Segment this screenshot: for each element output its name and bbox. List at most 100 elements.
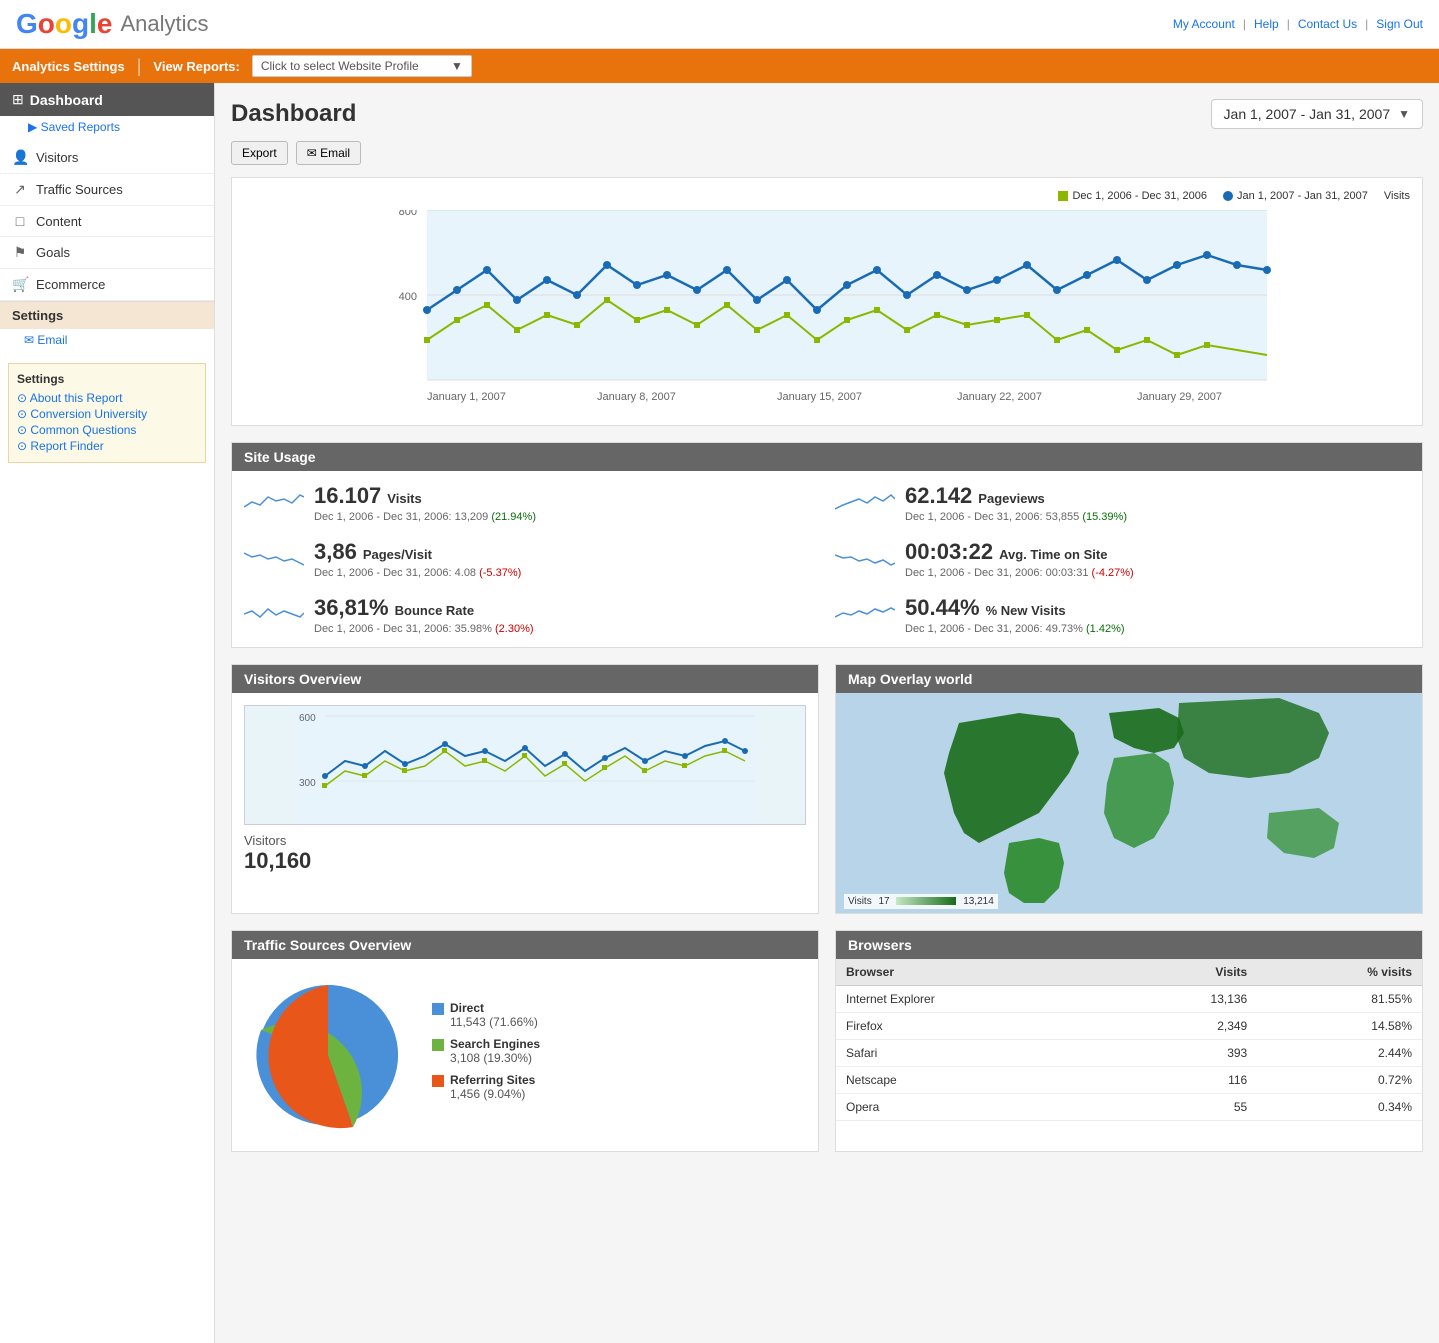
chart-svg: 800 400 January 1, 2007 January 8, 2007 … bbox=[244, 210, 1410, 413]
site-usage-header: Site Usage bbox=[232, 443, 1422, 471]
new-visits-sparkline bbox=[835, 599, 895, 632]
profile-placeholder: Click to select Website Profile bbox=[261, 59, 419, 73]
site-usage-section: Site Usage 16.107Visits Dec 1, 2006 - De… bbox=[231, 442, 1423, 648]
pv-label: Pages/Visit bbox=[363, 547, 432, 562]
browser-name: Opera bbox=[836, 1094, 1113, 1121]
browsers-header-row: Browser Visits % visits bbox=[836, 959, 1422, 986]
browsers-table: Browser Visits % visits Internet Explore… bbox=[836, 959, 1422, 1121]
sidebar-item-ecommerce[interactable]: 🛒 Ecommerce bbox=[0, 269, 214, 301]
toolbar: Export ✉ Email bbox=[231, 141, 1423, 165]
svg-text:800: 800 bbox=[399, 210, 417, 218]
at-value: 00:03:22 bbox=[905, 539, 993, 564]
nav-bar: Analytics Settings | View Reports: Click… bbox=[0, 49, 1439, 83]
about-report-link[interactable]: ⊙ About this Report bbox=[17, 390, 197, 406]
table-row: Netscape 116 0.72% bbox=[836, 1067, 1422, 1094]
table-row: Internet Explorer 13,136 81.55% bbox=[836, 986, 1422, 1013]
sidebar-item-visitors[interactable]: 👤 Visitors bbox=[0, 142, 214, 174]
sidebar-visitors-label: Visitors bbox=[36, 150, 78, 165]
nv-comparison: Dec 1, 2006 - Dec 31, 2006: 49.73% (1.42… bbox=[905, 623, 1125, 635]
metric-pageviews-data: 62.142Pageviews Dec 1, 2006 - Dec 31, 20… bbox=[905, 483, 1127, 523]
conversion-university-link[interactable]: ⊙ Conversion University bbox=[17, 406, 197, 422]
referring-dot bbox=[432, 1075, 444, 1087]
dashboard-title: Dashboard bbox=[231, 100, 356, 128]
metric-pageviews: 62.142Pageviews Dec 1, 2006 - Dec 31, 20… bbox=[835, 483, 1410, 523]
dashboard-header: Dashboard Jan 1, 2007 - Jan 31, 2007 ▼ bbox=[231, 99, 1423, 129]
email-button[interactable]: ✉ Email bbox=[296, 141, 361, 165]
map-gradient bbox=[896, 897, 956, 905]
visits-sparkline bbox=[244, 487, 304, 520]
pages-visit-sparkline bbox=[244, 543, 304, 576]
bottom-sections: Visitors Overview 600 300 bbox=[231, 664, 1423, 914]
visitors-chart: 600 300 bbox=[244, 705, 806, 825]
direct-label: Direct bbox=[450, 1001, 538, 1015]
search-detail: 3,108 (19.30%) bbox=[450, 1051, 540, 1065]
legend-blue: Jan 1, 2007 - Jan 31, 2007 bbox=[1223, 190, 1368, 202]
svg-text:600: 600 bbox=[299, 713, 316, 724]
metric-pv-data: 3,86Pages/Visit Dec 1, 2006 - Dec 31, 20… bbox=[314, 539, 521, 579]
sidebar-item-content[interactable]: □ Content bbox=[0, 206, 214, 237]
at-label: Avg. Time on Site bbox=[999, 547, 1107, 562]
sidebar-dashboard-label: Dashboard bbox=[30, 92, 103, 108]
browser-name: Safari bbox=[836, 1040, 1113, 1067]
saved-reports-link[interactable]: ▶ Saved Reports bbox=[28, 120, 120, 134]
visits-comparison: Dec 1, 2006 - Dec 31, 2006: 13,209 (21.9… bbox=[314, 511, 536, 523]
sign-out-link[interactable]: Sign Out bbox=[1376, 17, 1423, 31]
at-comparison: Dec 1, 2006 - Dec 31, 2006: 00:03:31 (-4… bbox=[905, 567, 1134, 579]
metric-pages-visit: 3,86Pages/Visit Dec 1, 2006 - Dec 31, 20… bbox=[244, 539, 819, 579]
browser-visits: 55 bbox=[1113, 1094, 1257, 1121]
table-row: Safari 393 2.44% bbox=[836, 1040, 1422, 1067]
header: Google Analytics My Account | Help | Con… bbox=[0, 0, 1439, 49]
metric-visits: 16.107Visits Dec 1, 2006 - Dec 31, 2006:… bbox=[244, 483, 819, 523]
report-finder-link[interactable]: ⊙ Report Finder bbox=[17, 438, 197, 454]
search-label: Search Engines bbox=[450, 1037, 540, 1051]
pie-direct: Direct 11,543 (71.66%) bbox=[432, 1001, 540, 1029]
my-account-link[interactable]: My Account bbox=[1173, 17, 1235, 31]
browsers-body: Internet Explorer 13,136 81.55% Firefox … bbox=[836, 986, 1422, 1121]
metric-nv-data: 50.44%% New Visits Dec 1, 2006 - Dec 31,… bbox=[905, 595, 1125, 635]
direct-detail: 11,543 (71.66%) bbox=[450, 1015, 538, 1029]
sidebar-help-section: Settings ⊙ About this Report ⊙ Conversio… bbox=[0, 363, 214, 463]
date-range-picker[interactable]: Jan 1, 2007 - Jan 31, 2007 ▼ bbox=[1211, 99, 1423, 129]
visits-label: Visits bbox=[387, 491, 421, 506]
browser-pct: 81.55% bbox=[1257, 986, 1422, 1013]
sidebar-help-box: Settings ⊙ About this Report ⊙ Conversio… bbox=[8, 363, 206, 463]
common-questions-link[interactable]: ⊙ Common Questions bbox=[17, 422, 197, 438]
pipe-2: | bbox=[1287, 17, 1290, 31]
legend-green: Dec 1, 2006 - Dec 31, 2006 bbox=[1058, 190, 1207, 202]
svg-text:January 29, 2007: January 29, 2007 bbox=[1137, 391, 1222, 403]
date-range-label: Jan 1, 2007 - Jan 31, 2007 bbox=[1224, 106, 1391, 122]
visitors-card-content: 600 300 bbox=[232, 693, 818, 886]
email-setting-link[interactable]: ✉ Email bbox=[24, 333, 67, 347]
help-link[interactable]: Help bbox=[1254, 17, 1279, 31]
chart-legend: Dec 1, 2006 - Dec 31, 2006 Jan 1, 2007 -… bbox=[244, 190, 1410, 202]
header-nav: My Account | Help | Contact Us | Sign Ou… bbox=[1173, 17, 1423, 31]
dashboard-icon: ⊞ bbox=[12, 91, 24, 108]
svg-text:January 8, 2007: January 8, 2007 bbox=[597, 391, 676, 403]
analytics-settings-link[interactable]: Analytics Settings bbox=[12, 59, 125, 74]
logo-text: Google bbox=[16, 8, 112, 40]
sidebar-dashboard-item[interactable]: ⊞ Dashboard bbox=[0, 83, 214, 116]
br-label: Bounce Rate bbox=[395, 603, 474, 618]
table-row: Opera 55 0.34% bbox=[836, 1094, 1422, 1121]
col-visits: Visits bbox=[1113, 959, 1257, 986]
dropdown-arrow-icon: ▼ bbox=[451, 59, 463, 73]
browser-visits: 2,349 bbox=[1113, 1013, 1257, 1040]
svg-text:January 15, 2007: January 15, 2007 bbox=[777, 391, 862, 403]
map-legend-max: 13,214 bbox=[963, 896, 994, 907]
traffic-sources-card: Traffic Sources Overview bbox=[231, 930, 819, 1152]
view-reports-label: View Reports: bbox=[153, 59, 239, 74]
nv-label: % New Visits bbox=[986, 603, 1066, 618]
sidebar-email-setting[interactable]: ✉ Email bbox=[0, 329, 214, 351]
nav-divider: | bbox=[137, 56, 142, 77]
legend-green-icon bbox=[1058, 191, 1068, 201]
svg-text:400: 400 bbox=[399, 291, 417, 303]
map-overlay-card: Map Overlay world bbox=[835, 664, 1423, 914]
sidebar-item-traffic-sources[interactable]: ↗ Traffic Sources bbox=[0, 174, 214, 206]
contact-us-link[interactable]: Contact Us bbox=[1298, 17, 1357, 31]
export-button[interactable]: Export bbox=[231, 141, 288, 165]
browser-pct: 0.72% bbox=[1257, 1067, 1422, 1094]
content: Dashboard Jan 1, 2007 - Jan 31, 2007 ▼ E… bbox=[215, 83, 1439, 1343]
profile-dropdown[interactable]: Click to select Website Profile ▼ bbox=[252, 55, 472, 77]
sidebar-item-goals[interactable]: ⚑ Goals bbox=[0, 237, 214, 269]
pv-comparison: Dec 1, 2006 - Dec 31, 2006: 4.08 (-5.37%… bbox=[314, 567, 521, 579]
